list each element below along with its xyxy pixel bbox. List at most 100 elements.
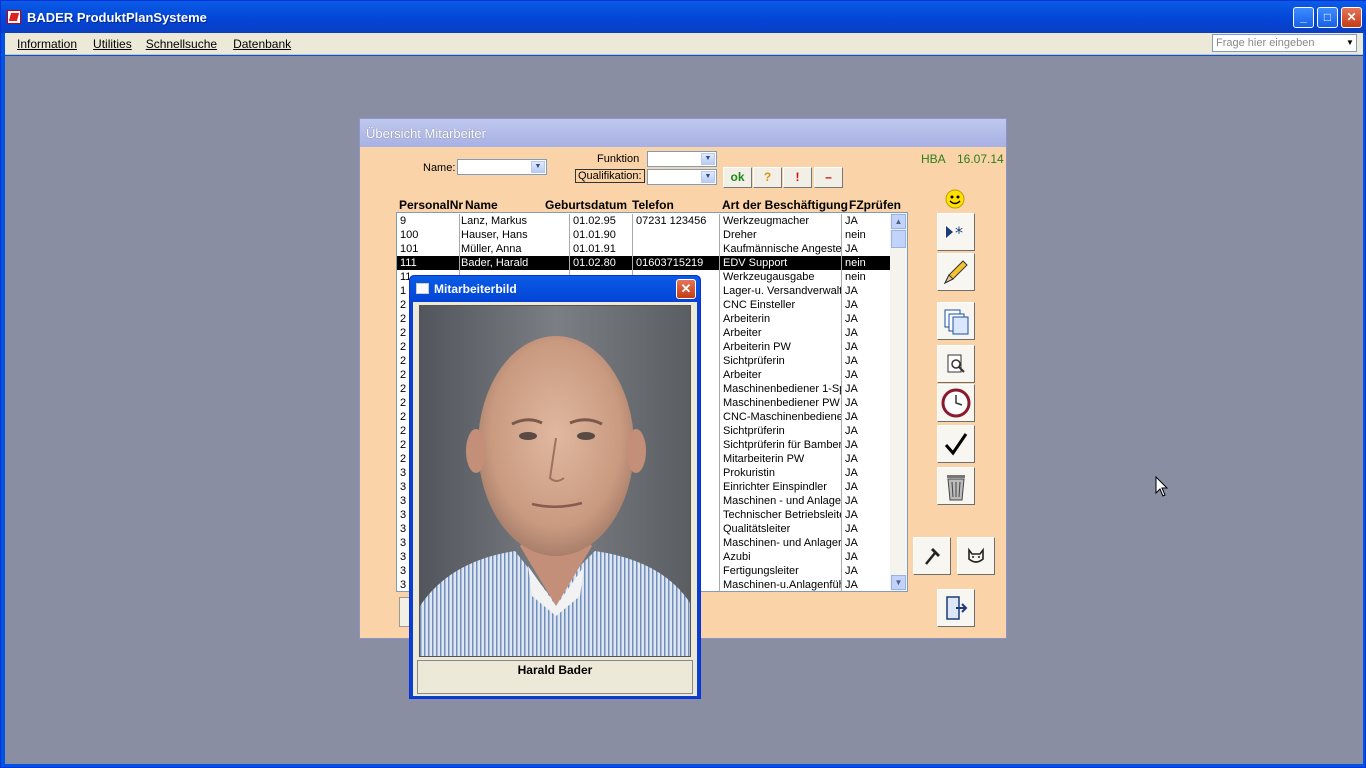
menu-schnellsuche[interactable]: Schnellsuche xyxy=(146,37,217,51)
table-cell: JA xyxy=(841,424,891,438)
table-cell: JA xyxy=(841,466,891,480)
col-personalnr: PersonalNr xyxy=(399,198,464,212)
table-cell: Maschinen - und Anlage xyxy=(719,494,841,508)
preview-button[interactable] xyxy=(937,345,975,383)
picture-close-button[interactable]: ✕ xyxy=(676,279,696,299)
chevron-down-icon[interactable]: ▼ xyxy=(701,171,715,183)
table-row[interactable]: 100 Hauser, Hans 01.01.90 Dreher nein xyxy=(397,228,891,242)
mouse-cursor-icon xyxy=(1155,476,1169,497)
table-cell xyxy=(632,228,722,242)
table-cell: 01.02.95 xyxy=(569,214,631,228)
close-button[interactable]: ✕ xyxy=(1341,7,1362,28)
table-cell xyxy=(632,242,722,256)
table-cell: JA xyxy=(841,536,891,550)
table-cell: Dreher xyxy=(719,228,841,242)
confirm-button[interactable] xyxy=(937,425,975,463)
menu-bar: Information Utilities Schnellsuche Daten… xyxy=(5,33,1363,55)
table-cell: JA xyxy=(841,312,891,326)
col-name: Name xyxy=(465,198,498,212)
maximize-button[interactable]: □ xyxy=(1317,7,1338,28)
scroll-up-icon[interactable]: ▲ xyxy=(891,214,906,229)
funktion-label: Funktion xyxy=(597,153,640,165)
exit-button[interactable] xyxy=(937,589,975,627)
menu-utilities[interactable]: Utilities xyxy=(93,37,132,51)
qualifikation-combo[interactable]: ▼ xyxy=(647,169,717,185)
copy-button[interactable] xyxy=(937,302,975,340)
menu-datenbank-label: Datenbank xyxy=(233,36,292,51)
table-cell: Arbeiterin xyxy=(719,312,841,326)
help-search-input[interactable]: Frage hier eingeben ▼ xyxy=(1212,34,1357,52)
question-button[interactable]: ? xyxy=(753,167,782,188)
portrait-image xyxy=(420,306,690,656)
table-row[interactable]: 101 Müller, Anna 01.01.91 Kaufmännische Ang… xyxy=(397,242,891,256)
app-icon xyxy=(7,10,21,24)
table-cell: Maschinenbediener 1-Sp xyxy=(719,382,841,396)
new-record-button[interactable]: * xyxy=(937,213,975,251)
table-cell: Hauser, Hans xyxy=(459,228,569,242)
clock-icon xyxy=(941,388,971,418)
picture-dialog-title[interactable]: Mitarbeiterbild xyxy=(410,276,700,302)
table-cell: JA xyxy=(841,242,891,256)
chevron-down-icon[interactable]: ▼ xyxy=(1344,35,1356,51)
table-cell: JA xyxy=(841,382,891,396)
table-cell: Qualitätsleiter xyxy=(719,522,841,536)
table-cell: Arbeiter xyxy=(719,368,841,382)
table-cell: JA xyxy=(841,410,891,424)
col-geburtsdatum: Geburtsdatum xyxy=(545,198,628,212)
table-cell: JA xyxy=(841,368,891,382)
table-cell: JA xyxy=(841,452,891,466)
edit-button[interactable] xyxy=(937,253,975,291)
menu-datenbank[interactable]: Datenbank xyxy=(233,37,291,51)
extras-button[interactable] xyxy=(957,537,995,575)
table-cell: Prokuristin xyxy=(719,466,841,480)
menu-utilities-label: Utilities xyxy=(93,36,132,51)
exit-door-icon xyxy=(946,596,968,620)
employee-picture-dialog: Mitarbeiterbild ✕ Harald Bader xyxy=(409,275,701,699)
table-cell: JA xyxy=(841,284,891,298)
table-cell: Sichtprüferin xyxy=(719,354,841,368)
table-row[interactable]: 9 Lanz, Markus 01.02.95 07231 123456 Werkzeu… xyxy=(397,214,891,228)
table-cell: Kaufmännische Angeste xyxy=(719,242,841,256)
table-cell: Fertigungsleiter xyxy=(719,564,841,578)
table-cell: Sichtprüferin für Bamberg xyxy=(719,438,841,452)
table-cell: EDV Support xyxy=(719,256,841,270)
table-cell: JA xyxy=(841,326,891,340)
table-cell: Maschinen- und Anlager xyxy=(719,536,841,550)
funktion-combo[interactable]: ▼ xyxy=(647,151,717,167)
picture-dialog-body: Harald Bader xyxy=(413,302,697,696)
chevron-down-icon[interactable]: ▼ xyxy=(531,161,545,173)
hammer-icon xyxy=(925,548,940,565)
list-scrollbar[interactable]: ▲ ▼ xyxy=(890,213,907,591)
table-cell: JA xyxy=(841,578,891,591)
delete-button[interactable] xyxy=(937,467,975,505)
employee-overview-title[interactable]: Übersicht Mitarbeiter xyxy=(360,119,1006,147)
title-bar[interactable]: BADER ProduktPlanSysteme _ □ ✕ xyxy=(1,1,1366,33)
table-cell: Technischer Betriebsleite xyxy=(719,508,841,522)
minus-button[interactable]: – xyxy=(814,167,843,188)
ok-button[interactable]: ok xyxy=(723,167,752,188)
table-cell: JA xyxy=(841,354,891,368)
cat-icon xyxy=(968,547,984,563)
table-row[interactable]: 111 Bader, Harald 01.02.80 01603715219 EDV S… xyxy=(397,256,891,270)
table-cell: Lanz, Markus xyxy=(459,214,569,228)
help-search-placeholder: Frage hier eingeben xyxy=(1216,37,1315,49)
table-cell: Arbeiter xyxy=(719,326,841,340)
table-cell: JA xyxy=(841,508,891,522)
exclamation-button[interactable]: ! xyxy=(783,167,812,188)
chevron-down-icon[interactable]: ▼ xyxy=(701,153,715,165)
scroll-thumb[interactable] xyxy=(891,230,906,248)
name-combo[interactable]: ▼ xyxy=(457,159,547,175)
minimize-button[interactable]: _ xyxy=(1293,7,1314,28)
table-cell: nein xyxy=(841,256,891,270)
col-beschaeftigung: Art der Beschäftigung xyxy=(722,198,849,212)
table-cell: nein xyxy=(841,270,891,284)
tools-button[interactable] xyxy=(913,537,951,575)
table-cell: JA xyxy=(841,550,891,564)
time-button[interactable] xyxy=(937,384,975,422)
svg-text:*: * xyxy=(955,223,963,242)
menu-information[interactable]: Information xyxy=(17,37,77,51)
table-cell: 9 xyxy=(400,215,407,227)
table-cell: JA xyxy=(841,396,891,410)
trash-icon xyxy=(947,475,965,501)
scroll-down-icon[interactable]: ▼ xyxy=(891,575,906,590)
